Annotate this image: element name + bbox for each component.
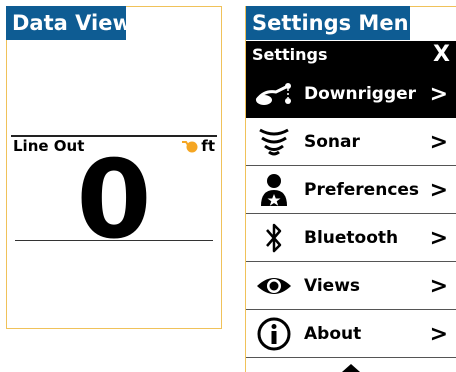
menu-item-label: Views [304, 276, 361, 296]
menu-item-label: About [304, 324, 362, 344]
info-icon [252, 314, 296, 354]
divider [15, 240, 213, 241]
data-view-panel: Line Out ft 0 [6, 6, 222, 329]
menu-item-sonar[interactable]: Sonar > [246, 119, 456, 166]
sonar-icon [252, 122, 296, 162]
bluetooth-icon [252, 218, 296, 258]
chevron-right-icon: > [429, 177, 448, 203]
close-button[interactable]: X [433, 42, 450, 67]
menu-item-label: Sonar [304, 132, 360, 152]
menu-item-preferences[interactable]: Preferences > [246, 167, 456, 214]
settings-menu-caption: Settings Menu [246, 6, 423, 40]
eye-icon [252, 266, 296, 306]
chevron-right-icon: > [429, 129, 448, 155]
menu-item-label: Downrigger [304, 84, 417, 104]
chevron-up-icon[interactable] [342, 364, 360, 372]
settings-menu-panel: Settings X Downrigger > Sonar > Preferen… [245, 6, 456, 372]
settings-title: Settings [252, 45, 328, 64]
data-view-caption: Data View [6, 6, 132, 40]
menu-item-label: Bluetooth [304, 228, 399, 248]
menu-item-bluetooth[interactable]: Bluetooth > [246, 215, 456, 262]
data-field-value: 0 [76, 138, 152, 263]
menu-item-about[interactable]: About > [246, 311, 456, 358]
chevron-right-icon: > [429, 225, 448, 251]
chevron-right-icon: > [429, 273, 448, 299]
menu-item-views[interactable]: Views > [246, 263, 456, 310]
chevron-right-icon: > [429, 81, 448, 107]
menu-item-downrigger[interactable]: Downrigger > [246, 71, 456, 118]
downrigger-icon [252, 74, 296, 114]
chevron-right-icon: > [429, 321, 448, 347]
menu-item-label: Preferences [304, 180, 420, 200]
settings-title-bar: Settings X [246, 41, 456, 71]
user-star-icon [252, 170, 296, 210]
